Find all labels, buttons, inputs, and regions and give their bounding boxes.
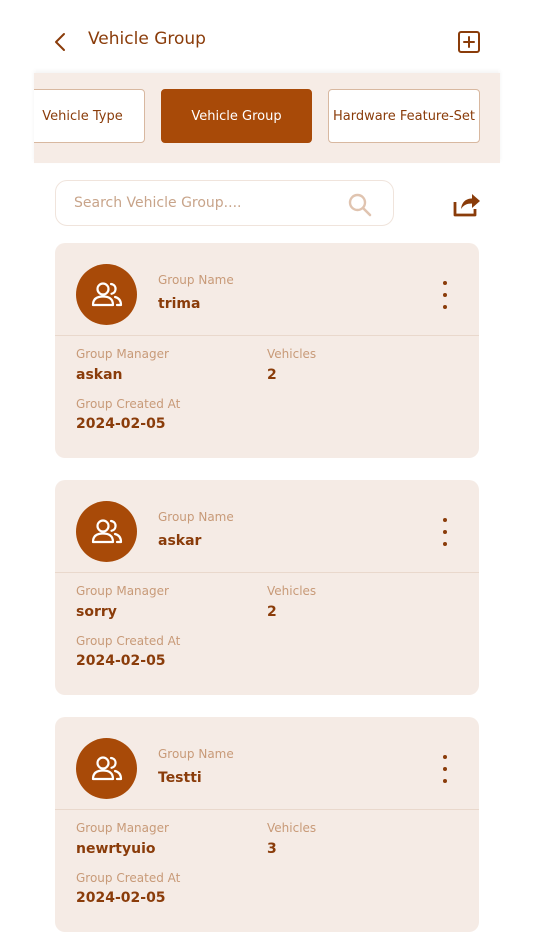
group-manager-label: Group Manager <box>76 347 169 361</box>
card-divider <box>55 335 479 336</box>
group-name-label: Group Name <box>158 510 234 524</box>
group-card: Group Name askar Group Manager sorry Veh… <box>55 480 479 695</box>
users-icon <box>91 518 122 543</box>
add-group-button[interactable] <box>457 30 481 54</box>
group-card: Group Name trima Group Manager askan Veh… <box>55 243 479 458</box>
group-manager-value: askan <box>76 367 123 383</box>
more-vertical-icon <box>443 281 447 285</box>
group-manager-label: Group Manager <box>76 821 169 835</box>
created-at-label: Group Created At <box>76 634 181 648</box>
created-at-value: 2024-02-05 <box>76 653 166 669</box>
tab-label: Vehicle Group <box>191 108 282 124</box>
tab-label: Hardware Feature-Set <box>332 108 476 124</box>
created-at-value: 2024-02-05 <box>76 416 166 432</box>
tab-label: Vehicle Type <box>42 108 123 124</box>
avatar <box>76 264 137 325</box>
vehicles-label: Vehicles <box>267 584 317 598</box>
group-manager-value: sorry <box>76 604 117 620</box>
vehicles-value: 2 <box>267 367 277 383</box>
card-divider <box>55 809 479 810</box>
card-divider <box>55 572 479 573</box>
card-menu-button[interactable] <box>435 281 455 309</box>
vehicles-label: Vehicles <box>267 347 317 361</box>
vehicles-label: Vehicles <box>267 821 317 835</box>
created-at-label: Group Created At <box>76 871 181 885</box>
app-header: Vehicle Group <box>0 0 534 80</box>
export-button[interactable] <box>452 190 482 218</box>
group-name-value: askar <box>158 533 202 549</box>
avatar <box>76 501 137 562</box>
group-manager-value: newrtyuio <box>76 841 156 857</box>
search-box <box>55 180 394 226</box>
group-card: Group Name Testti Group Manager newrtyui… <box>55 717 479 932</box>
group-manager-label: Group Manager <box>76 584 169 598</box>
group-name-value: Testti <box>158 770 202 786</box>
tab-hardware-feature-set[interactable]: Hardware Feature-Set <box>328 89 480 143</box>
group-name-value: trima <box>158 296 201 312</box>
back-button[interactable] <box>48 28 72 56</box>
plus-square-icon <box>458 31 480 53</box>
page-title: Vehicle Group <box>88 29 206 49</box>
category-tabs: Vehicle Type Vehicle Group Hardware Feat… <box>34 73 500 163</box>
search-icon[interactable] <box>347 192 373 218</box>
group-name-label: Group Name <box>158 747 234 761</box>
card-menu-button[interactable] <box>435 518 455 546</box>
tab-vehicle-group[interactable]: Vehicle Group <box>161 89 312 143</box>
tab-vehicle-type[interactable]: Vehicle Type <box>34 89 145 143</box>
users-icon <box>91 755 122 780</box>
card-menu-button[interactable] <box>435 755 455 783</box>
share-icon <box>453 194 480 217</box>
created-at-label: Group Created At <box>76 397 181 411</box>
group-name-label: Group Name <box>158 273 234 287</box>
vehicles-value: 3 <box>267 841 277 857</box>
vehicles-value: 2 <box>267 604 277 620</box>
avatar <box>76 738 137 799</box>
chevron-left-icon <box>55 33 65 51</box>
more-vertical-icon <box>443 755 447 759</box>
users-icon <box>91 281 122 306</box>
search-input[interactable] <box>74 181 344 225</box>
more-vertical-icon <box>443 518 447 522</box>
created-at-value: 2024-02-05 <box>76 890 166 906</box>
